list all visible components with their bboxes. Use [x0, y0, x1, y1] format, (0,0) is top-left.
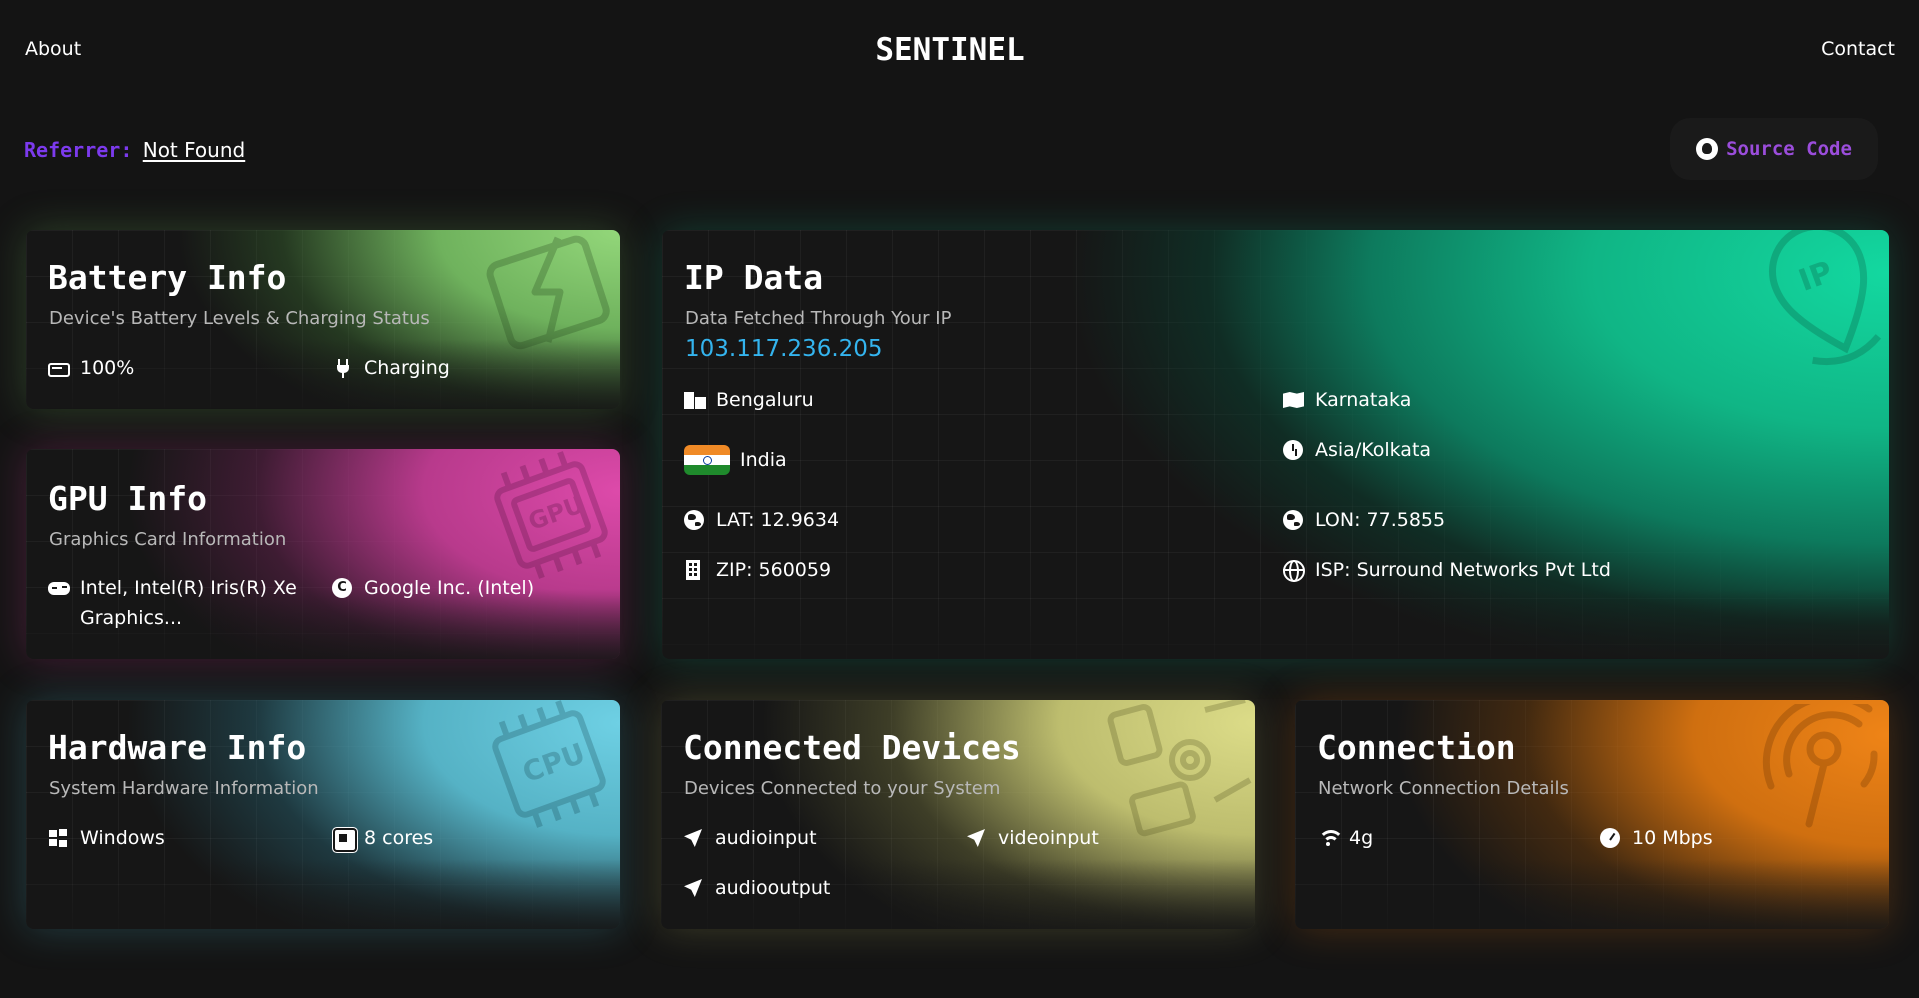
hardware-cores-value: 8 cores: [364, 827, 434, 849]
globe-icon: [684, 509, 706, 531]
gpu-vendor-value: Google Inc. (Intel): [364, 577, 535, 599]
device-item: videoinput: [966, 823, 1099, 853]
hardware-os: Windows: [48, 823, 165, 853]
send-icon: [966, 827, 988, 849]
wifi-icon: [1317, 827, 1344, 849]
clock-icon: [1283, 439, 1305, 461]
device-item-label: audioinput: [715, 827, 817, 849]
referrer-value[interactable]: Not Found: [143, 138, 245, 162]
device-item: audioinput: [683, 823, 817, 853]
hardware-os-value: Windows: [80, 827, 165, 849]
battery-card: Battery Info Device's Battery Levels & C…: [26, 230, 620, 409]
ip-isp: ISP: Surround Networks Pvt Ltd: [1283, 555, 1611, 585]
connection-card: Connection Network Connection Details 4g…: [1295, 700, 1889, 929]
svg-text:IP: IP: [1794, 255, 1837, 299]
battery-icon: [48, 357, 70, 379]
ip-zip-value: ZIP: 560059: [716, 559, 832, 581]
source-code-button[interactable]: Source Code: [1670, 118, 1878, 180]
device-item-label: videoinput: [998, 827, 1099, 849]
gauge-icon: [1600, 827, 1622, 849]
card-subtitle: Graphics Card Information: [49, 529, 287, 550]
gpu-chip-deco-icon: GPU: [494, 451, 608, 579]
card-title: IP Data: [684, 258, 824, 297]
svg-text:CPU: CPU: [518, 736, 589, 789]
battery-level-value: 100%: [80, 357, 135, 379]
card-subtitle: Network Connection Details: [1318, 778, 1569, 799]
gamepad-icon: [48, 577, 70, 599]
nav-contact-link[interactable]: Contact: [1821, 38, 1895, 60]
india-flag-icon: [684, 445, 730, 475]
ip-zip: ZIP: 560059: [684, 555, 831, 585]
source-code-label: Source Code: [1726, 138, 1852, 160]
plug-icon: [332, 357, 354, 379]
battery-level: 100%: [48, 353, 134, 383]
card-title: Battery Info: [48, 258, 287, 297]
device-item-label: audiooutput: [715, 877, 831, 899]
windows-icon: [48, 827, 70, 849]
web-icon: [1283, 559, 1305, 582]
connection-type-value: 4g: [1349, 827, 1374, 849]
charging-status-value: Charging: [364, 357, 450, 379]
referrer-label: Referrer:: [24, 138, 133, 162]
globe-icon: [1283, 509, 1305, 531]
connection-speed-value: 10 Mbps: [1632, 827, 1713, 849]
ip-country: India: [684, 445, 787, 475]
card-subtitle: Devices Connected to your System: [684, 778, 1001, 799]
ip-city-value: Bengaluru: [716, 389, 814, 411]
ip-timezone-value: Asia/Kolkata: [1315, 439, 1432, 461]
chip-icon: [332, 827, 355, 850]
map-icon: [1283, 389, 1305, 411]
referrer: Referrer: Not Found: [24, 138, 245, 162]
connection-type: 4g: [1317, 823, 1373, 853]
hardware-cores: 8 cores: [332, 823, 433, 853]
github-icon: [1696, 138, 1719, 160]
card-subtitle: Data Fetched Through Your IP: [685, 308, 952, 329]
devices-deco-icon: [1107, 700, 1252, 837]
card-title: Connection: [1317, 728, 1516, 767]
send-icon: [683, 827, 705, 849]
device-item: audiooutput: [683, 873, 830, 903]
card-subtitle: System Hardware Information: [49, 778, 319, 799]
ip-city: Bengaluru: [684, 385, 814, 415]
ip-lat-value: LAT: 12.9634: [716, 509, 840, 531]
ip-isp-value: ISP: Surround Networks Pvt Ltd: [1315, 559, 1611, 581]
ip-address: 103.117.236.205: [685, 336, 883, 362]
city-icon: [684, 389, 706, 411]
gpu-renderer-value: Intel, Intel(R) Iris(R) Xe Graphics...: [80, 577, 297, 629]
building-icon: [684, 559, 706, 581]
ip-lon: LON: 77.5855: [1283, 505, 1445, 535]
card-title: Hardware Info: [48, 728, 307, 767]
antenna-deco-icon: [1762, 704, 1878, 828]
cpu-chip-deco-icon: CPU: [492, 700, 606, 828]
copyright-icon: [332, 577, 354, 599]
ip-timezone: Asia/Kolkata: [1283, 435, 1431, 465]
hardware-card: CPU Hardware Info System Hardware Inform…: [26, 700, 620, 929]
gpu-vendor: Google Inc. (Intel): [332, 573, 534, 603]
brand-logo: SENTINEL: [875, 32, 1025, 68]
ip-pin-deco-icon: IP: [1768, 230, 1882, 366]
ip-lon-value: LON: 77.5855: [1315, 509, 1446, 531]
connection-speed: 10 Mbps: [1600, 823, 1713, 853]
ip-region: Karnataka: [1283, 385, 1411, 415]
card-title: GPU Info: [48, 479, 207, 518]
card-title: Connected Devices: [683, 728, 1021, 767]
battery-charging-deco-icon: [486, 235, 610, 350]
ip-data-card: IP IP Data Data Fetched Through Your IP …: [662, 230, 1889, 659]
ip-region-value: Karnataka: [1315, 389, 1412, 411]
ip-lat: LAT: 12.9634: [684, 505, 839, 535]
card-subtitle: Device's Battery Levels & Charging Statu…: [49, 308, 430, 329]
gpu-renderer: Intel, Intel(R) Iris(R) Xe Graphics...: [48, 573, 298, 633]
connected-devices-card: Connected Devices Devices Connected to y…: [661, 700, 1255, 929]
svg-text:GPU: GPU: [525, 490, 588, 536]
send-icon: [683, 877, 705, 899]
ip-country-value: India: [740, 449, 787, 471]
gpu-card: GPU GPU Info Graphics Card Information I…: [26, 449, 620, 659]
charging-status: Charging: [332, 353, 450, 383]
